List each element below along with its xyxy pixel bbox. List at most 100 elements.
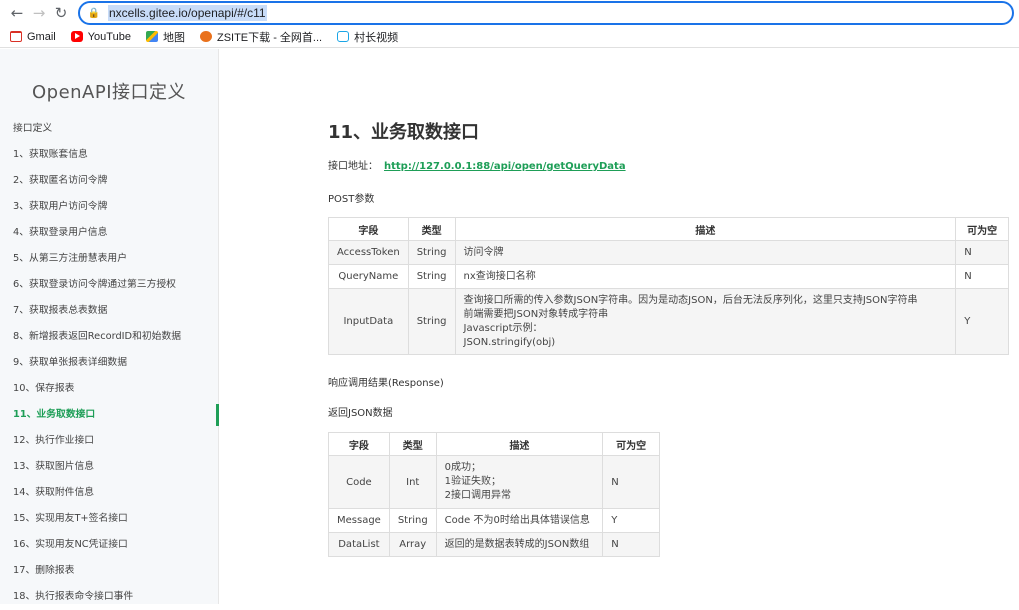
cell-nullable: N [602, 455, 660, 509]
sidebar-item[interactable]: 1、获取账套信息 [0, 142, 218, 168]
cell-field: Message [328, 508, 390, 533]
desc-line: 访问令牌 [463, 246, 504, 258]
endpoint-link[interactable]: http://127.0.0.1:88/api/open/getQueryDat… [384, 161, 626, 172]
desc-line: nx查询接口名称 [463, 270, 536, 282]
cell-type: Array [388, 532, 437, 557]
sidebar-item[interactable]: 5、从第三方注册慧表用户 [0, 246, 218, 272]
desc-line: Code 不为0时给出具体错误信息 [444, 514, 590, 526]
bookmark-gmail[interactable]: Gmail [10, 31, 56, 43]
main-content: 11、业务取数接口 接口地址： http://127.0.0.1:88/api/o… [219, 49, 1019, 604]
column-header: 描述 [435, 432, 604, 456]
zsite-icon [199, 31, 212, 42]
sidebar-item[interactable]: 11、业务取数接口 [0, 402, 219, 428]
cell-field: AccessToken [328, 240, 409, 265]
table-row: Code Int 0成功； 1验证失败； 2接口调用异常 N [328, 455, 660, 509]
desc-line: JSON.stringify(obj) [463, 336, 556, 348]
column-header: 可为空 [602, 432, 660, 456]
bookmark-maps[interactable]: 地图 [145, 29, 185, 45]
bookmark-video[interactable]: 村长视频 [337, 29, 398, 45]
endpoint-row: 接口地址： http://127.0.0.1:88/api/open/getQue… [328, 157, 626, 172]
desc-line: 1验证失败； [444, 476, 502, 487]
sidebar-item[interactable]: 6、获取登录访问令牌通过第三方授权 [0, 272, 218, 298]
column-header: 类型 [388, 432, 437, 456]
table-row: AccessToken String 访问令牌 N [328, 240, 1009, 265]
forward-arrow-icon[interactable]: → [28, 2, 50, 24]
cell-type: Int [388, 455, 437, 509]
column-header: 可为空 [955, 217, 1009, 241]
sidebar-item[interactable]: 4、获取登录用户信息 [0, 220, 218, 246]
cell-type: String [407, 288, 456, 355]
maps-icon [145, 31, 158, 42]
page-title: 11、业务取数接口 [328, 122, 480, 143]
sidebar-item[interactable]: 17、删除报表 [0, 558, 218, 584]
sidebar-item[interactable]: 接口定义 [0, 116, 218, 142]
tv-icon [337, 31, 350, 42]
sidebar-item[interactable]: 12、执行作业接口 [0, 428, 218, 454]
desc-line: 0成功； [444, 462, 482, 473]
sidebar-item[interactable]: 10、保存报表 [0, 376, 218, 402]
cell-desc: 访问令牌 [454, 240, 957, 265]
column-header: 描述 [454, 217, 957, 241]
cell-nullable: Y [602, 508, 660, 533]
cell-type: String [407, 264, 456, 289]
desc-line: 前端需要把JSON对象转成字符串 [463, 308, 609, 320]
cell-type: String [388, 508, 437, 533]
cell-type: String [407, 240, 456, 265]
cell-nullable: Y [955, 288, 1009, 355]
cell-nullable: N [602, 532, 660, 557]
url-text[interactable]: nxcells.gitee.io/openapi/#/c11 [108, 5, 267, 21]
return-table: 字段 类型 描述 可为空 Code Int 0成功； 1验证失败； 2接口调用异常 N Messa… [328, 432, 660, 557]
cell-field: DataList [328, 532, 390, 557]
column-header: 类型 [407, 217, 456, 241]
cell-desc: 查询接口所需的传入参数JSON字符串。因为是动态JSON，后台无法反序列化，这里… [454, 288, 957, 355]
address-bar[interactable]: 🔒 nxcells.gitee.io/openapi/#/c11 [78, 1, 1014, 25]
column-header: 字段 [328, 432, 390, 456]
cell-desc: nx查询接口名称 [454, 264, 957, 289]
gmail-icon [10, 31, 22, 42]
table-row: DataList Array 返回的是数据表转成的JSON数组 N [328, 532, 660, 557]
bookmarks-bar: Gmail YouTube 地图 ZSITE下载 - 全网首... 村长视频 [0, 26, 1019, 48]
reload-icon[interactable]: ↻ [50, 2, 72, 24]
page: OpenAPI接口定义 接口定义 1、获取账套信息 2、获取匿名访问令牌 3、获取用户… [0, 49, 1019, 604]
cell-field: QueryName [328, 264, 409, 289]
sidebar-nav: 接口定义 1、获取账套信息 2、获取匿名访问令牌 3、获取用户访问令牌 4、获取登录用户… [0, 116, 219, 610]
cell-desc: Code 不为0时给出具体错误信息 [435, 508, 604, 533]
column-header: 字段 [328, 217, 409, 241]
desc-line: Javascript示例： [463, 322, 543, 334]
desc-line: 查询接口所需的传入参数JSON字符串。因为是动态JSON，后台无法反序列化，这里… [463, 294, 918, 306]
table-row: Message String Code 不为0时给出具体错误信息 Y [328, 508, 660, 533]
sidebar-item[interactable]: 14、获取附件信息 [0, 480, 218, 506]
cell-desc: 0成功； 1验证失败； 2接口调用异常 [435, 455, 604, 509]
params-table: 字段 类型 描述 可为空 AccessToken String 访问令牌 N QueryNam… [328, 217, 1009, 355]
lock-icon[interactable]: 🔒 [88, 7, 100, 19]
cell-nullable: N [955, 264, 1009, 289]
table-row: InputData String 查询接口所需的传入参数JSON字符串。因为是动态J… [328, 288, 1009, 355]
cell-field: InputData [328, 288, 409, 355]
return-json-label: 返回JSON数据 [328, 408, 393, 419]
bookmark-zsite[interactable]: ZSITE下载 - 全网首... [199, 29, 322, 45]
youtube-icon [70, 31, 83, 42]
sidebar-item[interactable]: 8、新增报表返回RecordID和初始数据 [0, 324, 218, 350]
sidebar-item[interactable]: 9、获取单张报表详细数据 [0, 350, 218, 376]
sidebar-item[interactable]: 3、获取用户访问令牌 [0, 194, 218, 220]
response-label: 响应调用结果(Response) [328, 378, 444, 389]
sidebar-item[interactable]: 2、获取匿名访问令牌 [0, 168, 218, 194]
cell-field: Code [328, 455, 390, 509]
browser-toolbar: ← → ↻ 🔒 nxcells.gitee.io/openapi/#/c11 [0, 0, 1019, 26]
back-arrow-icon[interactable]: ← [6, 2, 28, 24]
desc-line: 返回的是数据表转成的JSON数组 [444, 538, 590, 550]
endpoint-label: 接口地址： [328, 161, 378, 172]
sidebar-item[interactable]: 13、获取图片信息 [0, 454, 218, 480]
sidebar-title: OpenAPI接口定义 [31, 82, 187, 103]
bookmark-youtube[interactable]: YouTube [70, 31, 131, 43]
cell-nullable: N [955, 240, 1009, 265]
sidebar-item[interactable]: 15、实现用友T+签名接口 [0, 506, 218, 532]
sidebar-item[interactable]: 7、获取报表总表数据 [0, 298, 218, 324]
sidebar: OpenAPI接口定义 接口定义 1、获取账套信息 2、获取匿名访问令牌 3、获取用户… [0, 49, 219, 604]
post-params-label: POST参数 [328, 194, 375, 205]
desc-line: 2接口调用异常 [444, 490, 512, 501]
sidebar-item[interactable]: 16、实现用友NC凭证接口 [0, 532, 218, 558]
sidebar-item[interactable]: 18、执行报表命令接口事件 [0, 584, 218, 610]
table-row: QueryName String nx查询接口名称 N [328, 264, 1009, 289]
cell-desc: 返回的是数据表转成的JSON数组 [435, 532, 604, 557]
